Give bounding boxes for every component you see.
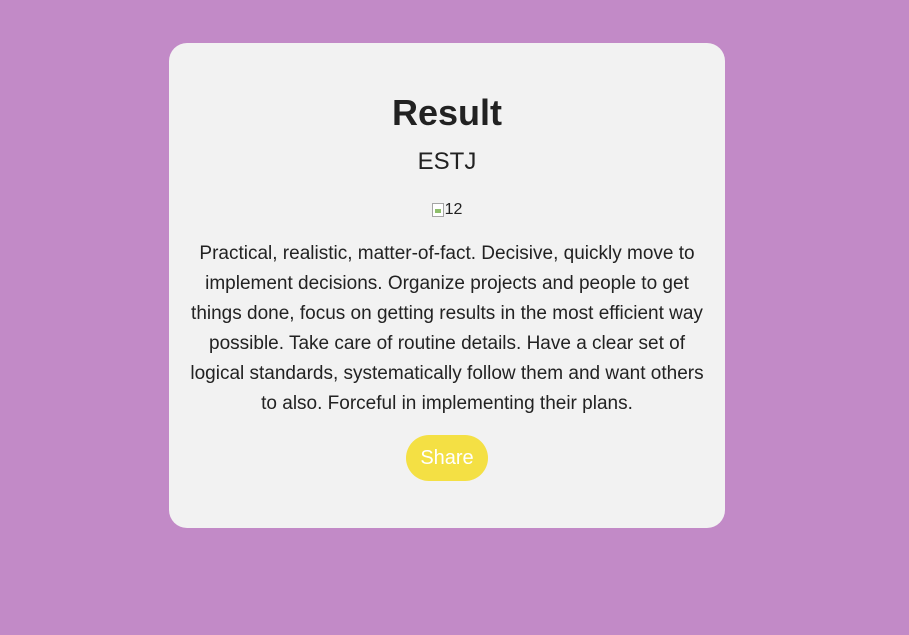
- result-image-container: 12: [169, 199, 725, 221]
- result-image-alt-text: 12: [444, 201, 463, 218]
- personality-type: ESTJ: [417, 148, 477, 175]
- result-title: Result: [391, 92, 503, 133]
- result-card: Result ESTJ 12 Practical, realistic, mat…: [169, 43, 725, 528]
- personality-description: Practical, realistic, matter-of-fact. De…: [190, 243, 704, 414]
- result-image: 12: [431, 200, 463, 220]
- share-button[interactable]: Share: [406, 435, 488, 481]
- broken-image-icon: [431, 203, 444, 217]
